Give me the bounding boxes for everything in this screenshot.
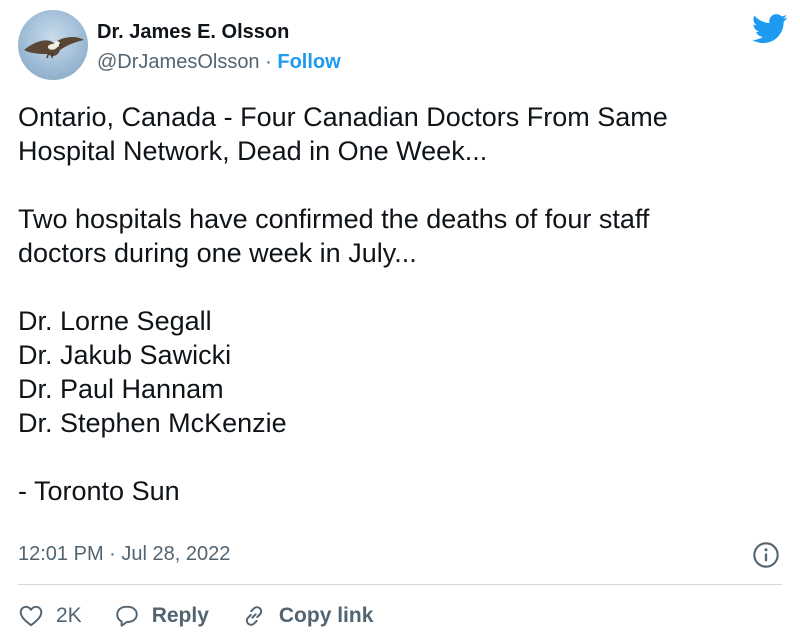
tweet-time: 12:01 PM — [18, 543, 104, 565]
reply-bubble-icon — [115, 605, 138, 627]
heart-icon — [19, 605, 43, 627]
like-count: 2K — [56, 604, 82, 627]
tweet-line: Two hospitals have confirmed the deaths … — [18, 204, 650, 234]
action-bar: 2K Reply Copy link — [18, 600, 405, 632]
info-icon[interactable] — [752, 541, 780, 569]
follow-button[interactable]: Follow — [277, 51, 340, 73]
tweet-timestamp[interactable]: 12:01 PM · Jul 28, 2022 — [18, 541, 230, 567]
handle-row: @DrJamesOlsson · Follow — [97, 50, 341, 74]
tweet-header: Dr. James E. Olsson @DrJamesOlsson · Fol… — [18, 10, 788, 82]
tweet-line: Ontario, Canada - Four Canadian Doctors … — [18, 102, 668, 132]
source-attribution: - Toronto Sun — [18, 476, 180, 506]
copy-link-label: Copy link — [278, 604, 374, 627]
like-button[interactable]: 2K — [18, 603, 82, 629]
doctor-name: Dr. Paul Hannam — [18, 374, 224, 404]
copy-link-button[interactable]: Copy link — [241, 603, 374, 629]
twitter-bird-icon[interactable] — [752, 14, 788, 44]
tweet-line: doctors during one week in July... — [18, 238, 417, 268]
doctor-name: Dr. Lorne Segall — [18, 306, 212, 336]
link-icon — [245, 606, 263, 626]
avatar[interactable] — [18, 10, 88, 80]
doctor-name: Dr. Jakub Sawicki — [18, 340, 232, 370]
reply-label: Reply — [151, 604, 209, 627]
doctor-name: Dr. Stephen McKenzie — [18, 408, 287, 438]
tweet-line: Hospital Network, Dead in One Week... — [18, 136, 488, 166]
tweet-text: Ontario, Canada - Four Canadian Doctors … — [18, 100, 778, 508]
author-handle[interactable]: @DrJamesOlsson — [97, 51, 260, 73]
timestamp-separator: · — [109, 543, 116, 565]
reply-button[interactable]: Reply — [114, 603, 209, 629]
handle-separator: · — [265, 51, 272, 73]
divider — [18, 584, 782, 585]
osprey-avatar-image — [24, 36, 84, 59]
tweet-date: Jul 28, 2022 — [121, 543, 231, 565]
author-display-name[interactable]: Dr. James E. Olsson — [97, 20, 341, 44]
